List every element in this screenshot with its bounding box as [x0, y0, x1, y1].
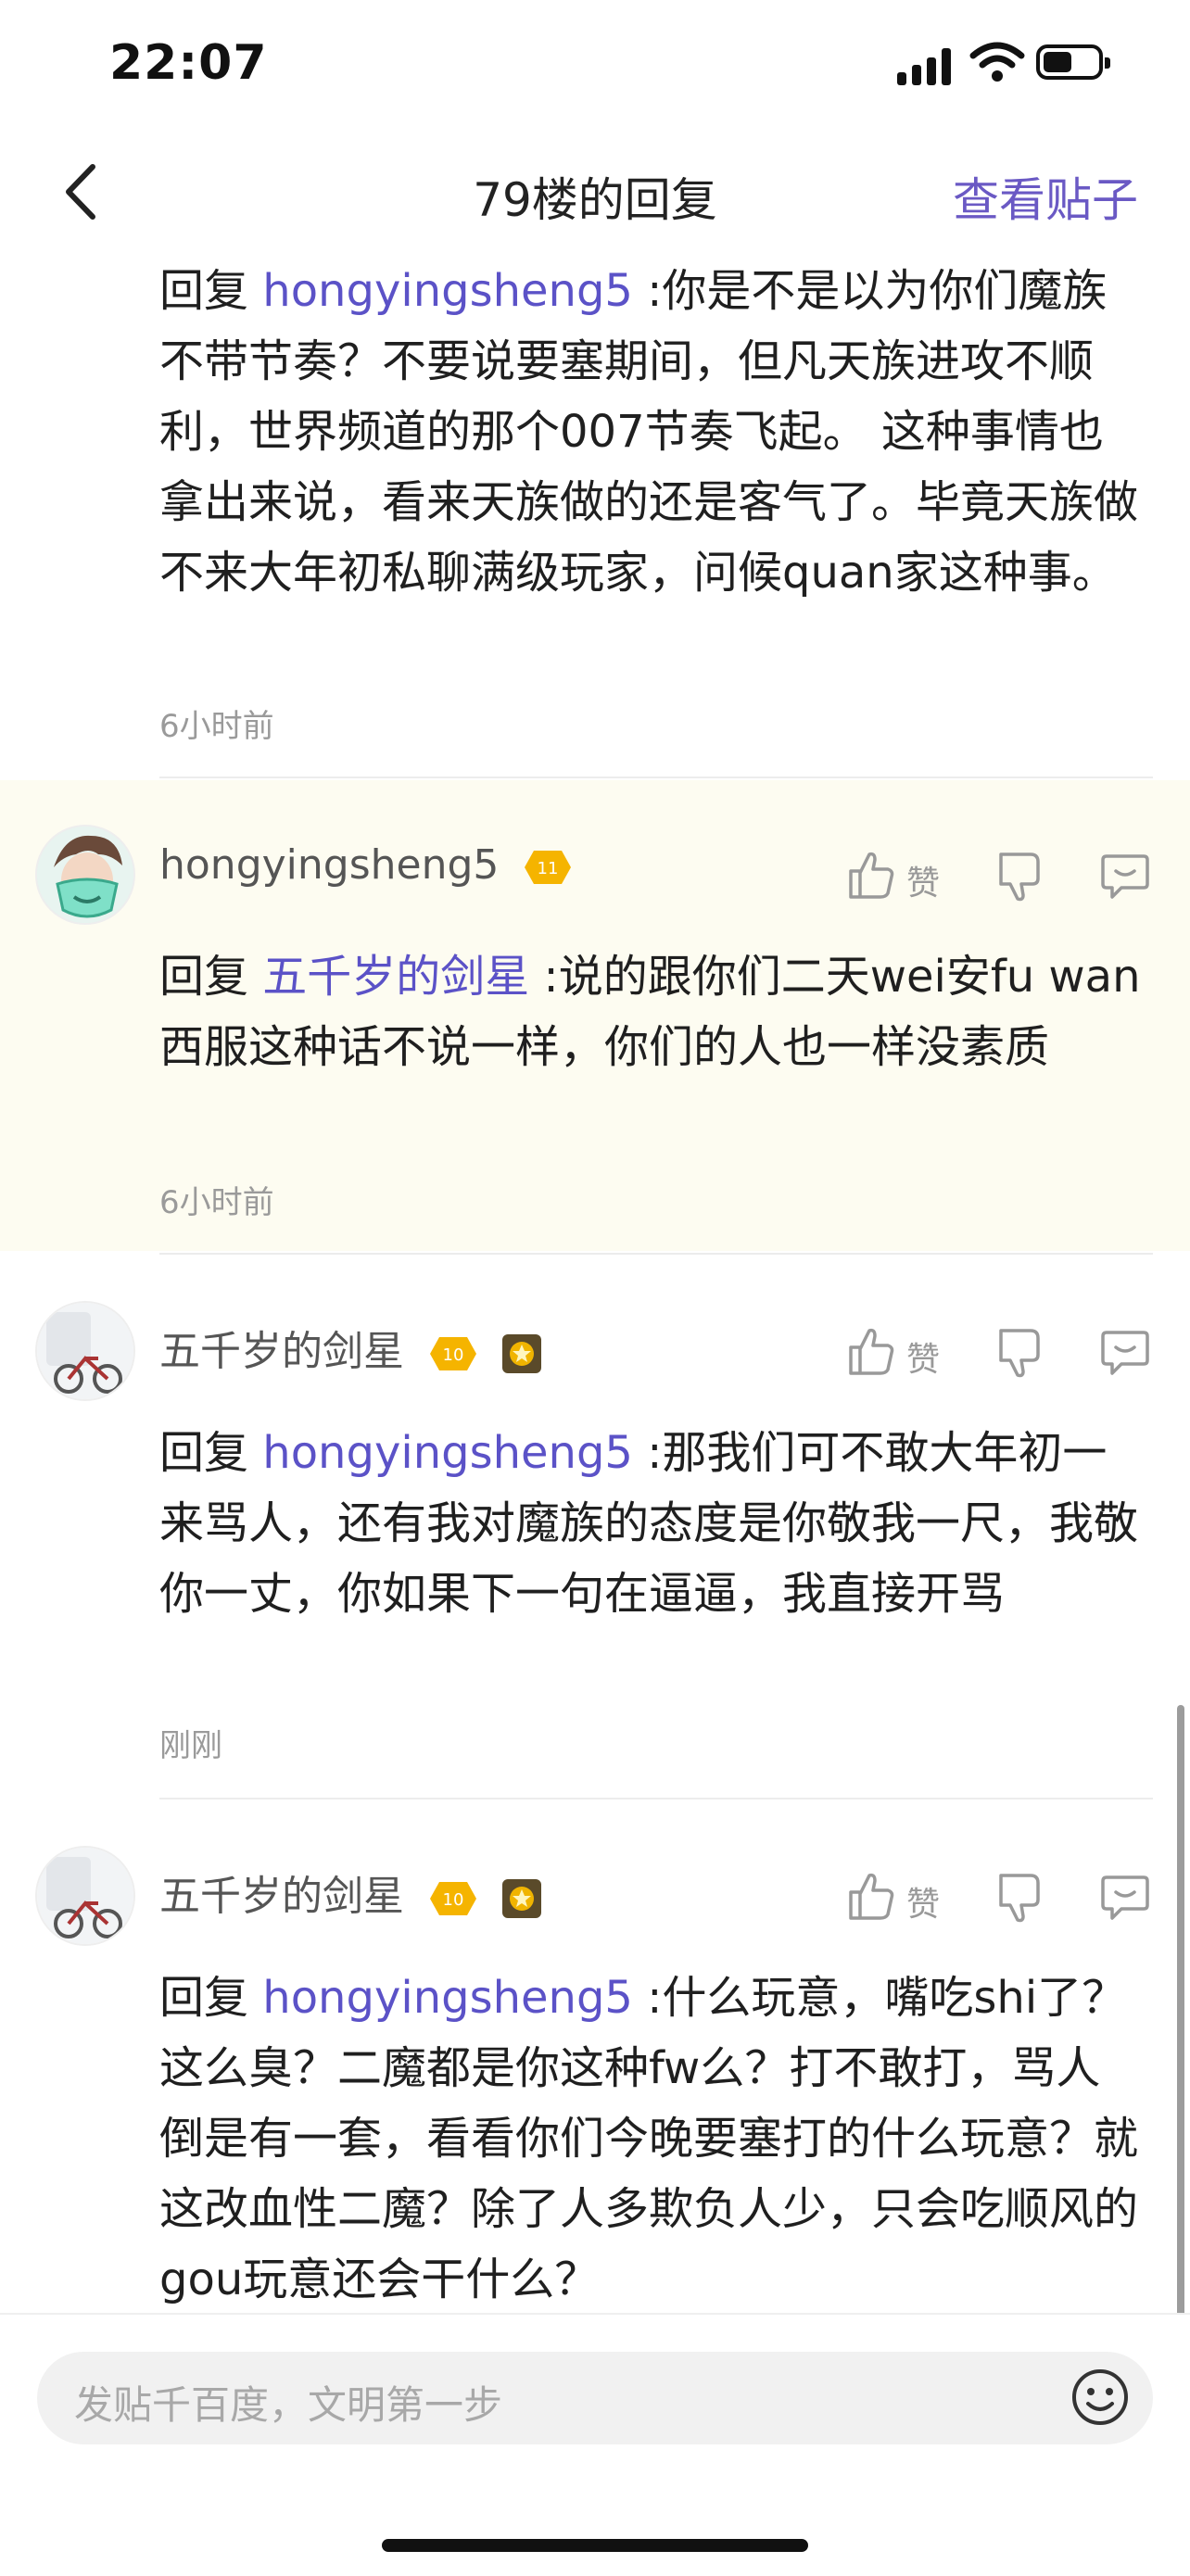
input-placeholder: 发贴千百度，文明第一步: [74, 2382, 503, 2428]
mention-link[interactable]: hongyingsheng5: [262, 1427, 633, 1479]
svg-text:11: 11: [538, 859, 559, 878]
like-button[interactable]: 赞: [847, 849, 958, 904]
reply-bubble-icon[interactable]: [1099, 1325, 1151, 1381]
timestamp: 刚刚: [159, 1727, 222, 1764]
wifi-icon: [969, 42, 1025, 82]
scrollbar[interactable]: [1177, 1705, 1184, 2317]
svg-text:10: 10: [443, 1890, 464, 1910]
nav-bar: 79楼的回复 查看贴子: [0, 148, 1190, 241]
floor-reply-text: 回复 hongyingsheng5 :你是不是以为你们魔族不带节奏？不要说要塞期…: [159, 265, 1139, 599]
level-badge-icon: 11: [525, 851, 572, 884]
thumbs-down-icon[interactable]: [995, 849, 1044, 904]
mention-link[interactable]: hongyingsheng5: [262, 265, 633, 317]
comment-text: 回复 hongyingsheng5 :什么玩意，嘴吃shi了？这么臭？二魔都是你…: [159, 1972, 1139, 2305]
username[interactable]: 五千岁的剑星: [159, 1328, 404, 1375]
svg-text:10: 10: [443, 1345, 464, 1365]
status-time: 22:07: [109, 35, 268, 91]
comment-item: 五千岁的剑星 10 赞 回复 hongyingsheng5 :什么玩意，嘴吃sh…: [0, 1801, 1190, 2313]
divider: [159, 1253, 1153, 1255]
comment-text: 回复 hongyingsheng5 :那我们可不敢大年初一来骂人，还有我对魔族的…: [159, 1427, 1139, 1620]
comment-actions: 赞: [847, 1870, 1153, 1926]
smiley-icon[interactable]: [1070, 2367, 1131, 2428]
thumbs-up-icon: [849, 852, 894, 899]
reply-bubble-icon[interactable]: [1099, 849, 1151, 904]
thumbs-down-icon[interactable]: [995, 1325, 1044, 1381]
star-medal-icon: [502, 1334, 541, 1373]
comment-actions: 赞: [847, 1325, 1153, 1381]
timestamp: 6小时前: [159, 1184, 274, 1221]
battery-icon: [1036, 44, 1110, 80]
avatar[interactable]: [35, 1846, 135, 1946]
star-medal-icon: [502, 1879, 541, 1918]
timestamp: 6小时前: [159, 708, 274, 745]
divider: [159, 777, 1153, 778]
avatar[interactable]: [35, 825, 135, 925]
comment-actions: 赞: [847, 849, 1153, 904]
view-post-link[interactable]: 查看贴子: [953, 163, 1138, 230]
thumbs-up-icon: [849, 1328, 894, 1375]
level-badge-icon: 10: [430, 1337, 476, 1370]
like-button[interactable]: 赞: [847, 1870, 958, 1926]
like-button[interactable]: 赞: [847, 1325, 958, 1381]
avatar[interactable]: [35, 1301, 135, 1401]
comment-input[interactable]: 发贴千百度，文明第一步: [37, 2352, 1153, 2444]
username[interactable]: hongyingsheng5: [159, 841, 499, 889]
thumbs-up-icon: [849, 1873, 894, 1920]
divider: [159, 1798, 1153, 1799]
level-badge-icon: 10: [430, 1882, 476, 1915]
username[interactable]: 五千岁的剑星: [159, 1873, 404, 1920]
thumbs-down-icon[interactable]: [995, 1870, 1044, 1926]
mention-link[interactable]: 五千岁的剑星: [262, 951, 529, 1003]
status-bar: 22:07: [0, 0, 1190, 130]
signal-icon: [897, 46, 955, 85]
comment-item: hongyingsheng5 11 赞 回复 五千岁的剑星 :说的跟你们二天we…: [0, 780, 1190, 1251]
comment-item: 五千岁的剑星 10 赞 回复 hongyingsheng5 :那我们可不敢大年初…: [0, 1256, 1190, 1794]
home-indicator: [382, 2539, 808, 2552]
reply-bubble-icon[interactable]: [1099, 1870, 1151, 1926]
comment-text: 回复 五千岁的剑星 :说的跟你们二天wei安fu wan西服这种话不说一样，你们…: [159, 951, 1141, 1073]
comment-input-bar: 发贴千百度，文明第一步: [0, 2313, 1190, 2576]
mention-link[interactable]: hongyingsheng5: [262, 1972, 633, 2024]
